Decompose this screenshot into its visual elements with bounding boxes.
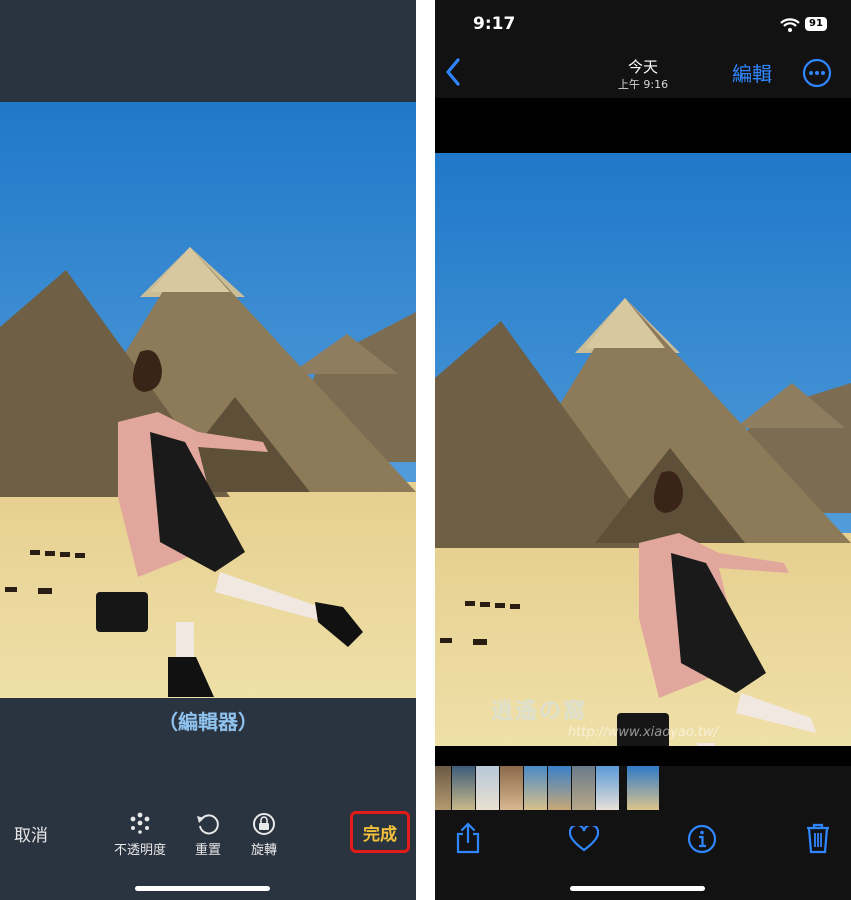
heart-icon[interactable]: [569, 826, 599, 852]
thumbnail[interactable]: [435, 766, 451, 810]
thumbnail[interactable]: [572, 766, 595, 810]
home-indicator[interactable]: [135, 886, 270, 891]
rotate-tool-button[interactable]: 旋轉: [246, 812, 282, 858]
thumbnail[interactable]: [596, 766, 619, 810]
info-icon[interactable]: [687, 824, 717, 854]
thumbnail[interactable]: [476, 766, 499, 810]
watermark-title: 逍遙の窩: [491, 699, 588, 724]
opacity-tool-label: 不透明度: [113, 843, 166, 858]
edit-button[interactable]: 編輯: [732, 58, 772, 87]
share-icon[interactable]: [455, 822, 481, 854]
editor-panel: （編輯器） 取消 不透明度 重置 旋轉 完成: [0, 0, 416, 900]
opacity-tool-button[interactable]: 不透明度: [112, 812, 168, 858]
nav-subtitle: 上午 9:16: [617, 78, 669, 91]
editor-photo-canvas[interactable]: [0, 102, 416, 698]
done-button[interactable]: 完成: [350, 811, 410, 853]
photo-view[interactable]: 逍遙の窩 http://www.xiaoyao.tw/: [435, 153, 851, 746]
home-indicator[interactable]: [570, 886, 705, 891]
thumbnail[interactable]: [548, 766, 571, 810]
reset-rotate-icon: [197, 814, 219, 835]
editor-caption: （編輯器）: [158, 710, 258, 734]
cancel-button[interactable]: 取消: [14, 821, 48, 846]
done-label: 完成: [363, 824, 397, 845]
nav-title: 今天: [627, 58, 658, 76]
more-options-icon[interactable]: [802, 58, 832, 88]
rotate-lock-icon: [253, 813, 275, 835]
photo-letterbox-top: [435, 98, 851, 153]
rotate-tool-label: 旋轉: [250, 843, 277, 858]
thumbnail[interactable]: [452, 766, 475, 810]
reset-tool-button[interactable]: 重置: [190, 812, 226, 858]
reset-tool-label: 重置: [194, 843, 221, 858]
photo-letterbox-bottom: [435, 746, 851, 766]
watermark-url: http://www.xiaoyao.tw/: [567, 725, 719, 740]
opacity-dots-icon: [130, 812, 150, 834]
battery-indicator: 91: [805, 17, 827, 31]
status-time: 9:17: [473, 14, 516, 34]
wifi-icon: [780, 18, 800, 32]
photos-viewer-panel: 9:17 91 今天 上午 9:16 編輯 逍遙の窩 http://www.xi…: [435, 0, 851, 900]
thumbnail-current[interactable]: [627, 766, 659, 810]
trash-icon[interactable]: [805, 822, 831, 854]
thumbnail[interactable]: [524, 766, 547, 810]
thumbnail[interactable]: [500, 766, 523, 810]
